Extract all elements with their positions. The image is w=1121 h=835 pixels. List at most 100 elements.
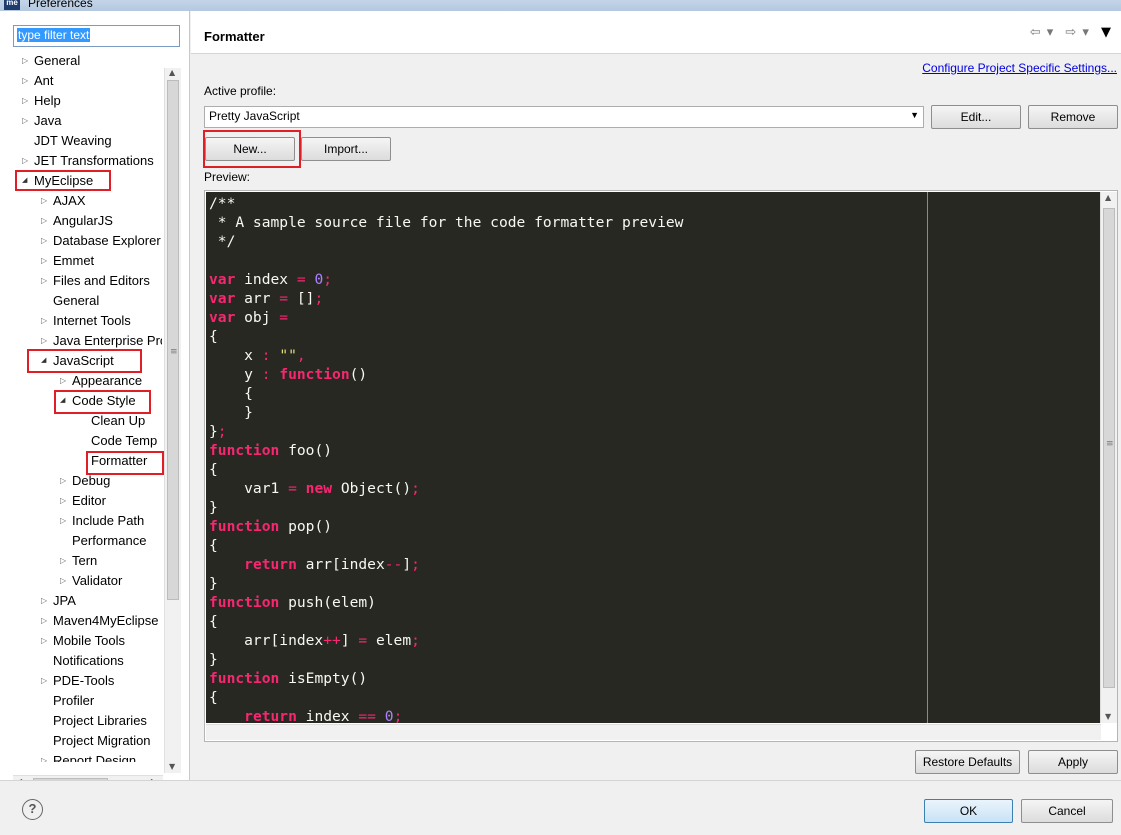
tree-item[interactable]: ▷ AJAX [41,191,88,211]
tree-item[interactable]: ▷ Help [22,91,63,111]
view-menu-icon[interactable]: ▼ [1101,25,1113,40]
collapsed-arrow-icon[interactable]: ▷ [41,631,51,651]
code-token: function [209,518,280,535]
collapsed-arrow-icon[interactable]: ▷ [22,91,32,111]
collapsed-arrow-icon[interactable]: ▷ [22,151,32,171]
apply-button[interactable]: Apply [1028,750,1118,774]
collapsed-arrow-icon[interactable]: ▷ [60,471,70,491]
code-token: var [209,309,236,326]
scrollbar-thumb[interactable] [167,80,179,600]
collapsed-arrow-icon[interactable]: ▷ [22,51,32,71]
tree-item[interactable]: ▷ Report Design [41,751,138,762]
tree-item-label: JPA [53,593,76,608]
collapsed-arrow-icon[interactable]: ▷ [41,231,51,251]
preview-vertical-scrollbar[interactable]: ▲ ≡ ▼ [1100,192,1117,723]
code-token: : [261,347,271,364]
collapsed-arrow-icon[interactable]: ▷ [41,591,51,611]
forward-arrow-icon[interactable]: ⇨ [1065,25,1078,40]
import-button[interactable]: Import... [301,137,391,161]
code-token: index [296,708,359,723]
tree-item[interactable]: ▷ Internet Tools [41,311,133,331]
collapsed-arrow-icon[interactable]: ▷ [41,611,51,631]
tree-item[interactable]: ▷ AngularJS [41,211,115,231]
tree-item[interactable]: Clean Up [79,411,147,431]
collapsed-arrow-icon[interactable]: ▷ [41,751,51,762]
cancel-button[interactable]: Cancel [1021,799,1113,823]
collapsed-arrow-icon[interactable]: ▷ [60,511,70,531]
collapsed-arrow-icon[interactable]: ▷ [41,671,51,691]
page-title: Formatter [204,29,265,44]
highlight-new-button [203,130,301,168]
collapsed-arrow-icon[interactable]: ▷ [41,271,51,291]
configure-project-settings-link[interactable]: Configure Project Specific Settings... [922,61,1117,75]
tree-item[interactable]: ▷ Database Explorer [41,231,162,251]
tree-item[interactable]: Notifications [41,651,126,671]
tree-item[interactable]: Performance [60,531,148,551]
tree-item[interactable]: ▷ Include Path [60,511,146,531]
ok-button[interactable]: OK [924,799,1013,823]
page-header: Formatter ⇦ ▾ ⇨ ▾ ▼ [191,11,1121,54]
tree-item[interactable]: ▷ Maven4MyEclipse [41,611,161,631]
tree-item[interactable]: ▷ Mobile Tools [41,631,127,651]
tree-item[interactable]: ▷ Validator [60,571,124,591]
tree-item[interactable]: ▷ General [22,51,82,71]
tree-item[interactable]: Project Libraries [41,711,149,731]
tree-item[interactable]: ▷ Java [22,111,63,131]
code-line: }; [209,422,227,441]
collapsed-arrow-icon[interactable]: ▷ [60,571,70,591]
scroll-down-arrow-icon[interactable]: ▼ [169,762,175,771]
tree-item[interactable]: Project Migration [41,731,153,751]
collapsed-arrow-icon[interactable]: ▷ [41,311,51,331]
scroll-down-arrow-icon[interactable]: ▼ [1105,712,1111,721]
collapsed-arrow-icon[interactable]: ▷ [60,491,70,511]
tree-item[interactable]: General [41,291,101,311]
back-arrow-icon[interactable]: ⇦ [1030,25,1043,40]
collapsed-arrow-icon[interactable]: ▷ [60,551,70,571]
active-profile-select[interactable]: Pretty JavaScript ▼ [204,106,924,128]
tree-item[interactable]: ▷ Appearance [60,371,144,391]
code-token: } [209,423,218,440]
tree-item[interactable]: ▷ Ant [22,71,56,91]
forward-dropdown-icon[interactable]: ▾ [1082,25,1091,40]
collapsed-arrow-icon[interactable]: ▷ [41,251,51,271]
code-line: } [209,498,218,517]
code-line: { [209,460,218,479]
tree-item[interactable]: Profiler [41,691,96,711]
back-dropdown-icon[interactable]: ▾ [1047,25,1056,40]
restore-defaults-button[interactable]: Restore Defaults [915,750,1020,774]
edit-button[interactable]: Edit... [931,105,1021,129]
filter-input[interactable]: type filter text [13,25,180,47]
code-token: } [209,651,218,668]
tree-item[interactable]: ▷ PDE-Tools [41,671,116,691]
tree-item[interactable]: JDT Weaving [22,131,114,151]
tree-item[interactable]: Code Temp [79,431,159,451]
collapsed-arrow-icon[interactable]: ▷ [22,71,32,91]
collapsed-arrow-icon[interactable]: ▷ [60,371,70,391]
tree-item[interactable]: ▷ Editor [60,491,108,511]
code-token: return [244,708,297,723]
tree-item[interactable]: ▷ Files and Editors [41,271,152,291]
help-icon[interactable]: ? [22,799,43,820]
scroll-up-arrow-icon[interactable]: ▲ [169,68,175,77]
code-token: function [209,442,280,459]
collapsed-arrow-icon[interactable]: ▷ [41,331,51,351]
tree-item-label: PDE-Tools [53,673,115,688]
tree-item[interactable]: ▷ Tern [60,551,99,571]
scroll-up-arrow-icon[interactable]: ▲ [1105,193,1111,202]
collapsed-arrow-icon[interactable]: ▷ [22,111,32,131]
tree-item[interactable]: ▷ JPA [41,591,78,611]
tree-item-label: Tern [72,553,98,568]
preview-horizontal-scrollbar[interactable] [206,724,1101,740]
tree-vertical-scrollbar[interactable]: ▲ ≡ ▼ [164,68,181,773]
tree-item-label: Include Path [72,513,145,528]
tree-item[interactable]: ▷ Java Enterprise Pro [41,331,162,351]
collapsed-arrow-icon[interactable]: ▷ [41,211,51,231]
tree-item[interactable]: ▷ Emmet [41,251,96,271]
collapsed-arrow-icon[interactable]: ▷ [41,191,51,211]
remove-button[interactable]: Remove [1028,105,1118,129]
tree-item-label: Clean Up [91,413,146,428]
tree-item[interactable]: ▷ JET Transformations [22,151,156,171]
code-token: { [209,689,218,706]
